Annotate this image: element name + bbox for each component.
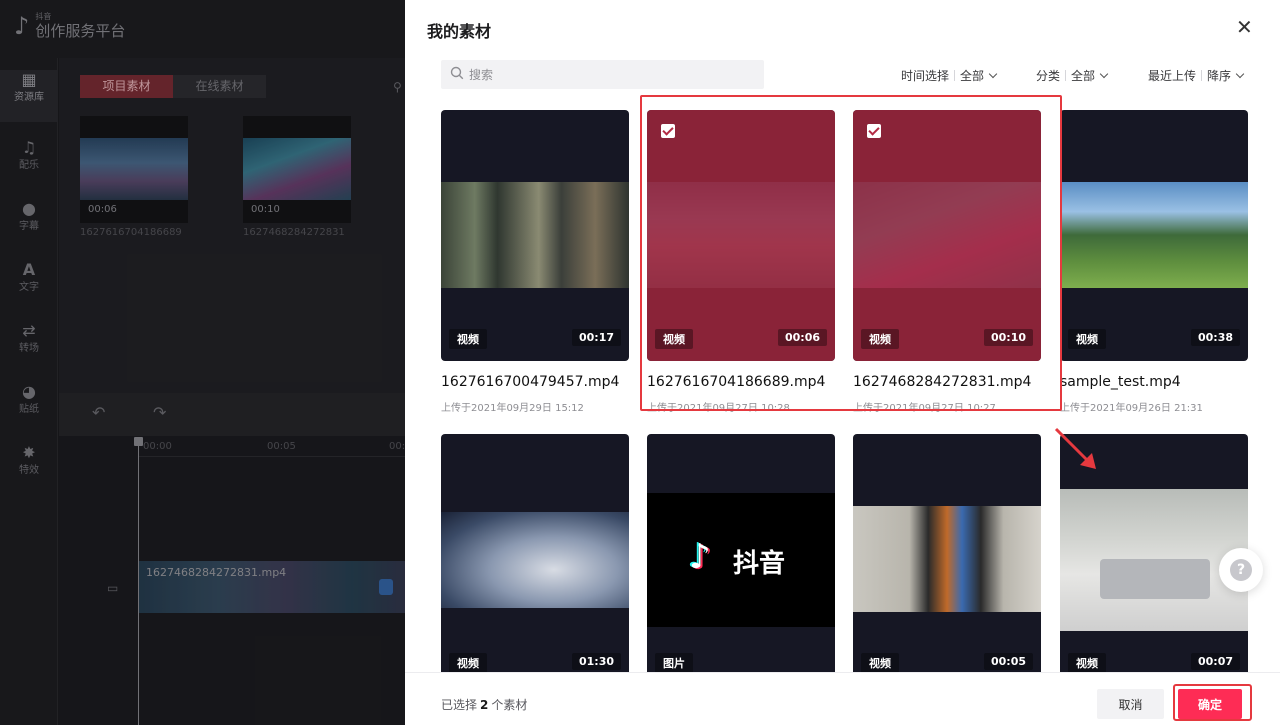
selected-suffix: 个素材 xyxy=(491,698,528,712)
media-type-badge: 视频 xyxy=(449,653,487,673)
video-frame xyxy=(1060,489,1248,631)
time-filter[interactable]: 时间选择 全部 xyxy=(901,67,998,84)
media-type-badge: 视频 xyxy=(861,653,899,673)
dialog-footer: 已选择 2 个素材 取消 确定 xyxy=(405,672,1280,725)
media-type-badge: 视频 xyxy=(449,329,487,349)
category-filter-label: 分类 xyxy=(1036,69,1061,83)
material-thumbnail[interactable]: 视频 00:38 xyxy=(1060,110,1248,361)
duration-badge: 01:30 xyxy=(571,653,621,670)
dialog-title: 我的素材 xyxy=(427,22,492,41)
material-filename: 1627616704186689.mp4 xyxy=(647,374,826,390)
video-frame xyxy=(1060,182,1248,288)
media-type-badge: 视频 xyxy=(861,329,899,349)
checkbox-checked-icon[interactable] xyxy=(867,124,881,138)
material-thumbnail[interactable]: 视频 00:06 xyxy=(647,110,835,361)
my-materials-dialog: 我的素材 ✕ 时间选择全部 分类全部 最近上传降序 视频 00:17 16276… xyxy=(405,0,1280,725)
material-thumbnail[interactable]: 视频 00:17 xyxy=(441,110,629,361)
material-thumbnail[interactable]: ♪ 抖音 图片 xyxy=(647,434,835,685)
background-dim xyxy=(0,0,405,725)
selected-overlay xyxy=(647,110,835,361)
media-type-badge: 图片 xyxy=(655,653,693,673)
tiktok-logo-icon: ♪ xyxy=(689,537,711,577)
selected-overlay xyxy=(853,110,1041,361)
checkbox-checked-icon[interactable] xyxy=(661,124,675,138)
material-filename: sample_test.mp4 xyxy=(1060,374,1181,390)
material-filename: 1627616700479457.mp4 xyxy=(441,374,620,390)
duration-badge: 00:38 xyxy=(1190,329,1240,346)
sort-filter[interactable]: 最近上传 降序 xyxy=(1148,67,1245,84)
question-mark-icon: ? xyxy=(1230,559,1252,581)
media-type-badge: 视频 xyxy=(1068,329,1106,349)
material-filename: 1627468284272831.mp4 xyxy=(853,374,1032,390)
sort-filter-label: 最近上传 xyxy=(1148,69,1197,83)
image-frame: ♪ 抖音 xyxy=(647,493,835,627)
duration-badge: 00:17 xyxy=(571,329,621,346)
material-thumbnail[interactable]: 视频 00:05 xyxy=(853,434,1041,685)
media-type-badge: 视频 xyxy=(655,329,693,349)
selected-count: 2 xyxy=(480,698,489,712)
chevron-down-icon xyxy=(1235,69,1245,79)
confirm-button[interactable]: 确定 xyxy=(1178,689,1242,719)
selected-prefix: 已选择 xyxy=(441,698,478,712)
duration-badge: 00:07 xyxy=(1190,653,1240,670)
laptop-shape xyxy=(1100,559,1210,599)
divider xyxy=(954,70,956,81)
help-button[interactable]: ? xyxy=(1219,548,1263,592)
category-filter-value: 全部 xyxy=(1071,69,1096,83)
material-thumbnail[interactable]: 视频 00:10 xyxy=(853,110,1041,361)
logo-wordmark: 抖音 xyxy=(733,549,786,579)
duration-badge: 00:06 xyxy=(777,329,827,346)
duration-badge: 00:10 xyxy=(983,329,1033,346)
duration-badge: 00:05 xyxy=(983,653,1033,670)
material-upload-date: 上传于2021年09月27日 10:27 xyxy=(853,403,996,414)
material-thumbnail[interactable]: 视频 00:07 xyxy=(1060,434,1248,685)
divider xyxy=(1065,70,1067,81)
search-box xyxy=(441,60,764,89)
video-frame xyxy=(853,506,1041,612)
material-upload-date: 上传于2021年09月26日 21:31 xyxy=(1060,403,1203,414)
video-frame xyxy=(441,512,629,608)
search-input[interactable] xyxy=(469,60,759,89)
selection-summary: 已选择 2 个素材 xyxy=(441,696,527,713)
material-upload-date: 上传于2021年09月27日 10:28 xyxy=(647,403,790,414)
category-filter[interactable]: 分类 全部 xyxy=(1036,67,1109,84)
media-type-badge: 视频 xyxy=(1068,653,1106,673)
search-icon xyxy=(450,66,464,80)
chevron-down-icon xyxy=(988,69,998,79)
close-icon[interactable]: ✕ xyxy=(1236,16,1253,38)
divider xyxy=(1201,70,1203,81)
chevron-down-icon xyxy=(1099,69,1109,79)
material-upload-date: 上传于2021年09月29日 15:12 xyxy=(441,403,584,414)
sort-filter-value: 降序 xyxy=(1207,69,1232,83)
cancel-button[interactable]: 取消 xyxy=(1097,689,1164,719)
time-filter-label: 时间选择 xyxy=(901,69,950,83)
material-thumbnail[interactable]: 视频 01:30 xyxy=(441,434,629,685)
time-filter-value: 全部 xyxy=(960,69,985,83)
video-frame xyxy=(441,182,629,288)
